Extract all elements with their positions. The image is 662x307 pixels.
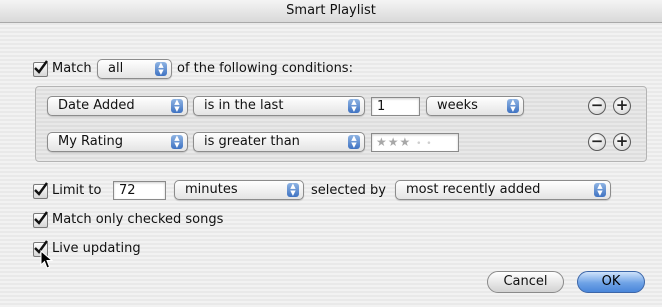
match-only-checked-checkbox[interactable] [33,211,48,228]
checkmark-icon [34,60,48,74]
condition-1-remove-button[interactable]: − [588,97,606,115]
cancel-button[interactable]: Cancel [487,271,564,293]
selected-by-label: selected by [311,183,386,198]
popup-arrows-icon: ▲ ▼ [507,99,519,113]
minus-icon: − [590,96,604,114]
condition-2-field-value: My Rating [58,134,123,149]
popup-arrows-icon: ▲ ▼ [155,62,167,76]
popup-arrows-icon: ▲ ▼ [171,135,183,149]
popup-arrows-icon: ▲ ▼ [348,99,360,113]
window-title: Smart Playlist [0,0,662,23]
popup-arrows-icon: ▲ ▼ [594,183,606,197]
match-mode-popup[interactable]: all ▲ ▼ [97,59,172,79]
popup-arrows-icon: ▲ ▼ [171,99,183,113]
condition-1-add-button[interactable]: + [613,97,631,115]
selected-by-popup[interactable]: most recently added ▲ ▼ [395,180,611,200]
condition-2-remove-button[interactable]: − [588,133,606,151]
limit-value-input[interactable]: 72 [113,181,166,200]
condition-2-operator-popup[interactable]: is greater than ▲ ▼ [193,132,365,152]
match-mode-value: all [108,61,124,76]
condition-1-unit-popup[interactable]: weeks ▲ ▼ [426,96,524,116]
condition-1-value-text: 1 [377,99,386,114]
rating-dots-empty: • • [416,139,433,149]
ok-button[interactable]: OK [577,271,645,293]
condition-2-rating-control[interactable]: ★★★ • • [371,133,459,152]
popup-arrows-icon: ▲ ▼ [348,135,360,149]
condition-1-field-value: Date Added [58,98,135,113]
rating-stars: ★★★ • • [376,134,433,153]
selected-by-value: most recently added [406,182,541,197]
rating-stars-filled: ★★★ [376,135,412,149]
match-checkbox[interactable] [33,60,48,77]
condition-2-add-button[interactable]: + [613,133,631,151]
checkmark-icon [34,211,48,225]
live-updating-label: Live updating [52,241,141,256]
match-suffix-label: of the following conditions: [177,61,353,76]
limit-checkbox[interactable] [33,182,48,199]
plus-icon: + [615,96,629,114]
match-only-checked-label: Match only checked songs [52,212,224,227]
condition-1-operator-value: is in the last [204,98,284,113]
minus-icon: − [590,132,604,150]
condition-1-value-input[interactable]: 1 [371,97,420,116]
limit-unit-value: minutes [185,182,238,197]
match-label: Match [52,61,92,76]
mouse-cursor-icon [40,250,54,269]
limit-label: Limit to [52,183,102,198]
checkmark-icon [34,182,48,196]
condition-2-operator-value: is greater than [204,134,300,149]
limit-value-text: 72 [119,183,136,198]
condition-2-field-popup[interactable]: My Rating ▲ ▼ [47,132,188,152]
plus-icon: + [615,132,629,150]
condition-1-unit-value: weeks [437,98,478,113]
limit-unit-popup[interactable]: minutes ▲ ▼ [174,180,304,200]
condition-1-field-popup[interactable]: Date Added ▲ ▼ [47,96,188,116]
condition-1-operator-popup[interactable]: is in the last ▲ ▼ [193,96,365,116]
popup-arrows-icon: ▲ ▼ [287,183,299,197]
